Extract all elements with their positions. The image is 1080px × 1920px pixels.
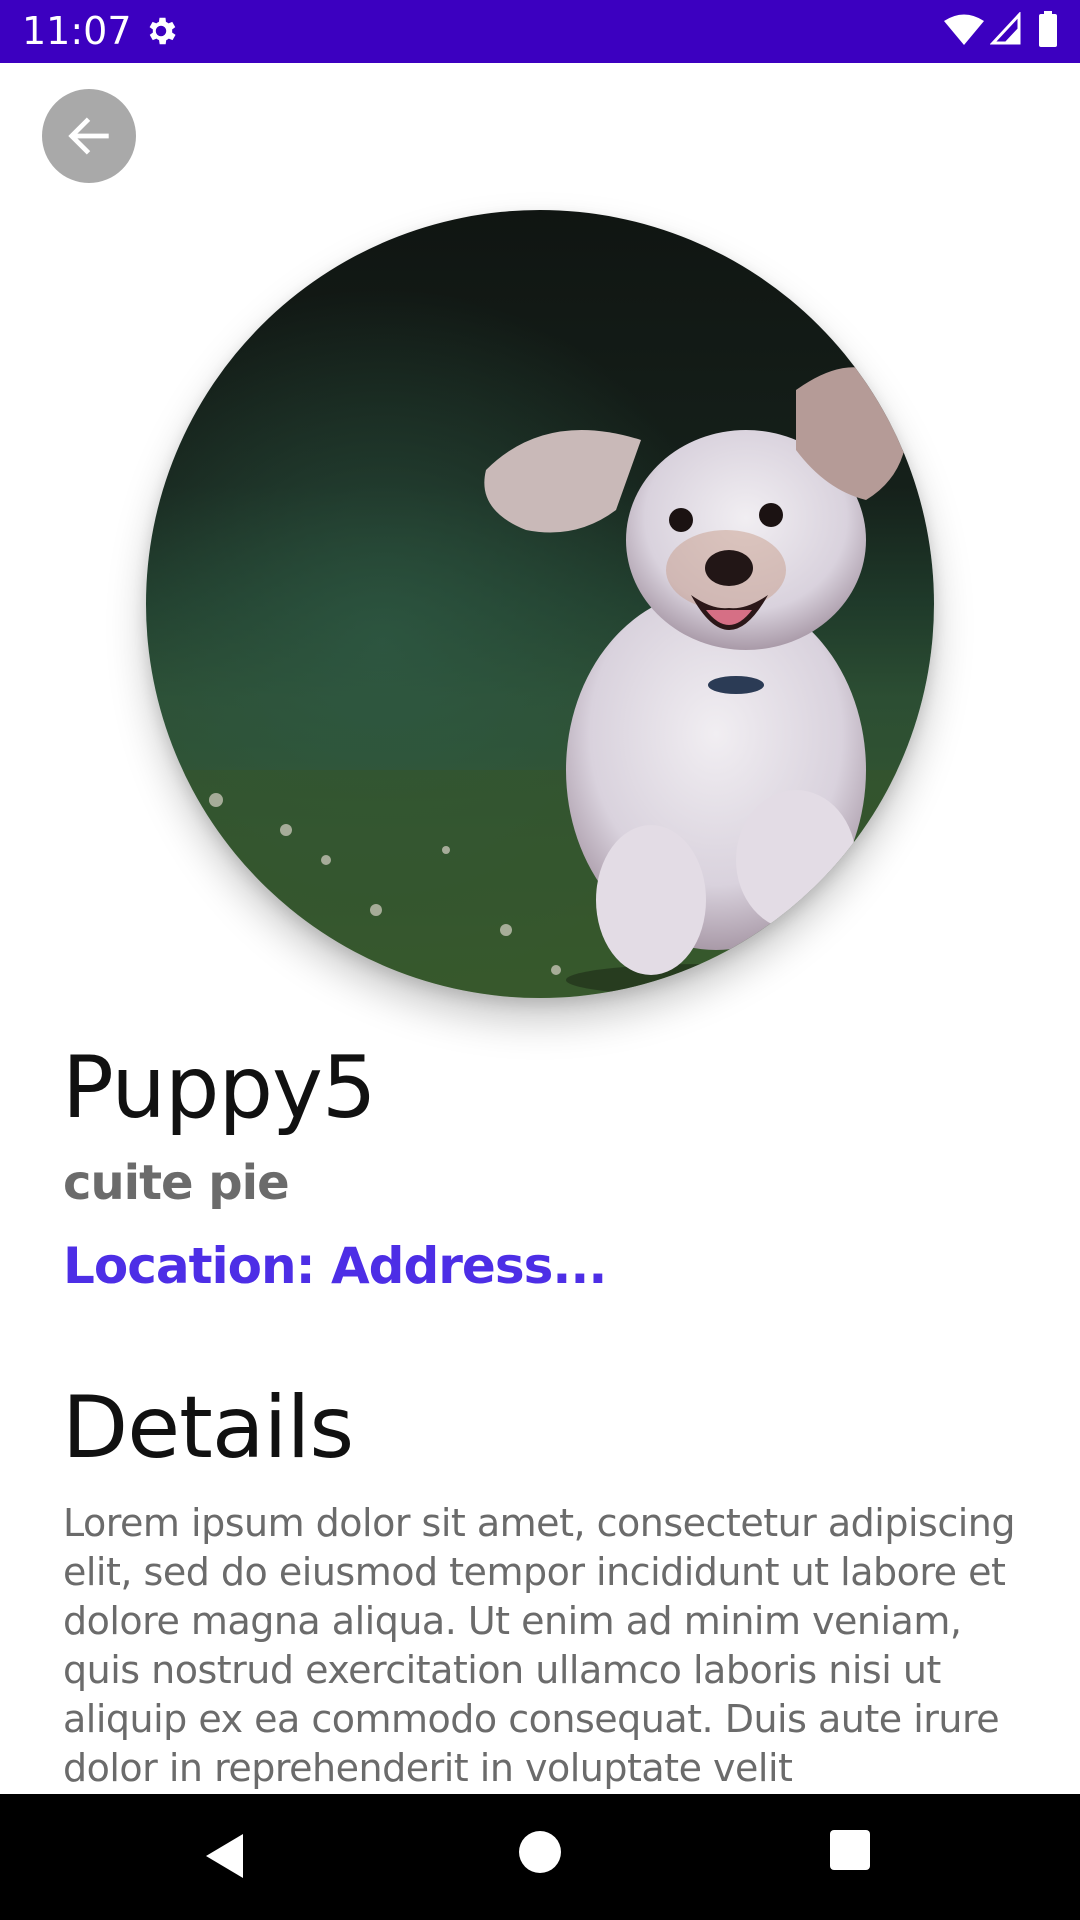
puppy-subtitle: cuite pie [63, 1155, 290, 1211]
details-body: Lorem ipsum dolor sit amet, consectetur … [63, 1501, 1015, 1790]
puppy-name: Puppy5 [62, 1038, 377, 1138]
gear-icon [143, 13, 179, 49]
running-puppy-photo [146, 210, 934, 998]
puppy-photo [146, 210, 934, 998]
puppy-location: Location: Address... [63, 1237, 607, 1295]
navigation-bar [0, 1794, 1080, 1920]
nav-back-icon[interactable] [203, 1831, 247, 1881]
nav-recents-icon[interactable] [830, 1830, 870, 1870]
details-heading: Details [62, 1378, 354, 1478]
wifi-icon [944, 14, 984, 46]
back-button[interactable] [42, 89, 136, 183]
status-time: 11:07 [22, 9, 132, 53]
arrow-left-icon [68, 117, 109, 155]
status-bar: 11:07 [0, 0, 1080, 63]
nav-home-icon[interactable] [519, 1831, 561, 1873]
battery-icon [1038, 11, 1058, 47]
signal-icon [989, 11, 1022, 46]
